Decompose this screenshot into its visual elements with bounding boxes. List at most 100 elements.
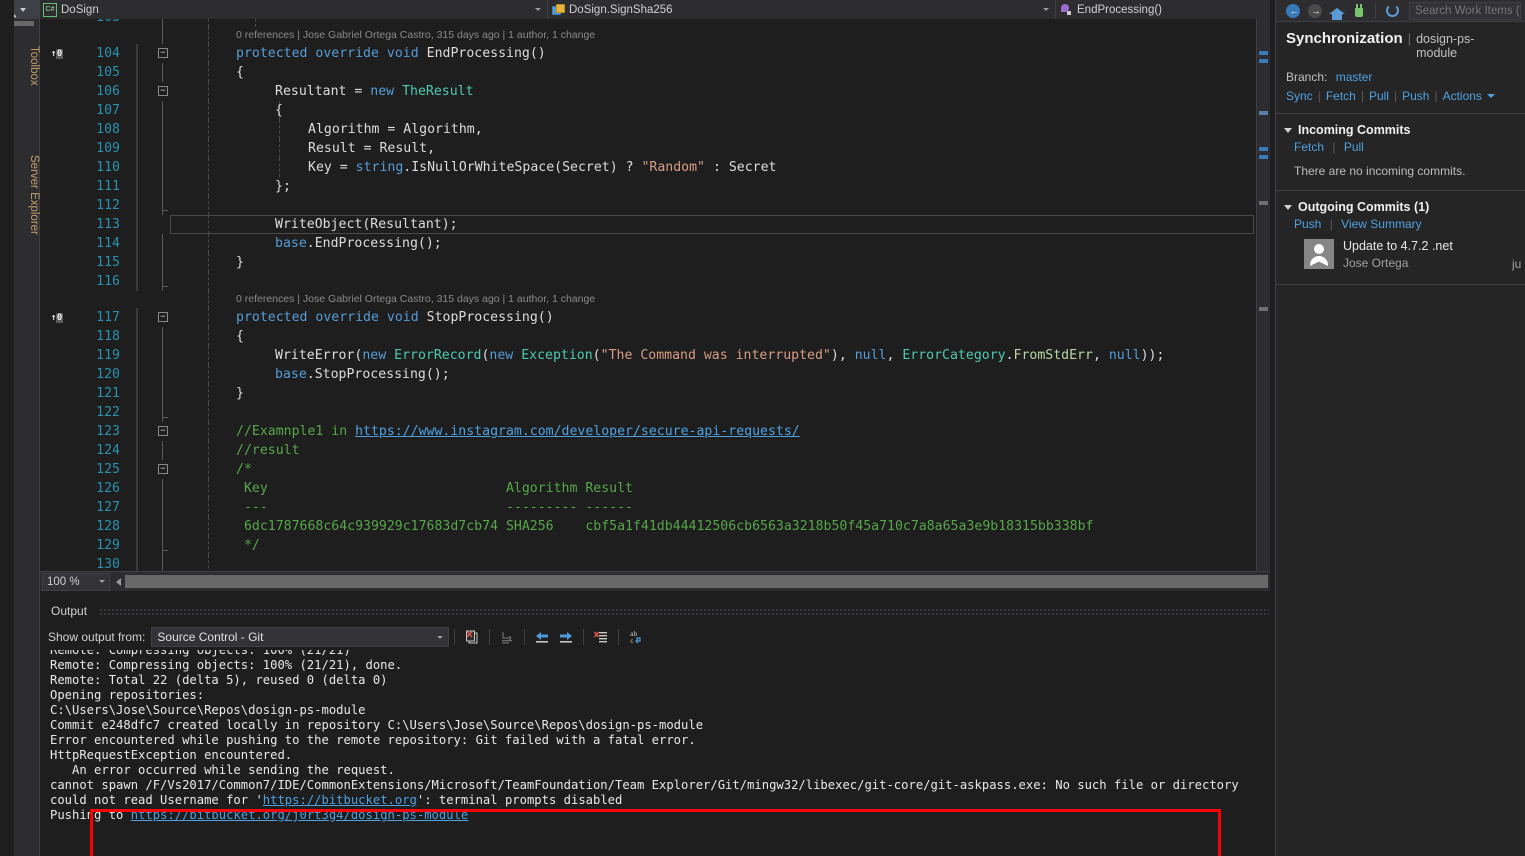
pull-link[interactable]: Pull bbox=[1369, 89, 1389, 103]
chevron-down-icon[interactable] bbox=[1284, 204, 1292, 210]
code-line[interactable]: 130 bbox=[40, 555, 1256, 571]
branch-label: Branch: bbox=[1286, 70, 1328, 84]
code-line[interactable]: 110 Key = string.IsNullOrWhiteSpace(Secr… bbox=[40, 158, 1256, 177]
code-line[interactable]: 107 { bbox=[40, 101, 1256, 120]
bitbucket-org-link[interactable]: https://bitbucket.org bbox=[263, 793, 417, 807]
chevron-down-icon[interactable] bbox=[437, 635, 444, 639]
refresh-icon[interactable] bbox=[1381, 2, 1403, 20]
code-line[interactable]: ↑0 104 − protected override void EndProc… bbox=[40, 44, 1256, 63]
scrollbar-thumb[interactable] bbox=[125, 575, 1268, 588]
code-line[interactable]: 106 − Resultant = new TheResult bbox=[40, 82, 1256, 101]
chevron-down-icon[interactable] bbox=[99, 580, 105, 583]
toggle-word-wrap-icon[interactable] bbox=[496, 626, 518, 648]
code-line[interactable]: 123 − //Examnple1 in https://www.instagr… bbox=[40, 422, 1256, 441]
scroll-left-arrow-icon[interactable] bbox=[116, 577, 121, 586]
codelens-marker[interactable]: ↑0 bbox=[51, 48, 73, 59]
fold-toggle-icon[interactable]: − bbox=[158, 86, 168, 96]
clear-all-icon[interactable] bbox=[461, 626, 483, 648]
code-text-area[interactable]: 103 0 references | Jose Gabriel Ortega C… bbox=[40, 19, 1256, 571]
code-line-124: //result bbox=[236, 443, 300, 458]
navbar-member-dropdown[interactable]: EndProcessing() bbox=[1056, 0, 1270, 19]
line-number: 104 bbox=[96, 46, 120, 61]
code-line[interactable]: 112 bbox=[40, 196, 1256, 215]
push-link[interactable]: Push bbox=[1402, 89, 1429, 103]
code-line[interactable]: ↑0 117 − protected override void StopPro… bbox=[40, 308, 1256, 327]
horizontal-scrollbar[interactable] bbox=[125, 575, 1268, 588]
code-line[interactable]: 125 − /* bbox=[40, 460, 1256, 479]
actions-menu-link[interactable]: Actions bbox=[1443, 89, 1482, 103]
codelens-row[interactable]: 0 references | Jose Gabriel Ortega Castr… bbox=[40, 291, 1256, 308]
page-title: Synchronization bbox=[1286, 30, 1403, 47]
code-line[interactable]: 116 bbox=[40, 272, 1256, 291]
list-item[interactable]: Update to 4.7.2 .net Jose Ortega ju bbox=[1276, 233, 1525, 278]
sync-link[interactable]: Sync bbox=[1286, 89, 1313, 103]
go-to-next-message-icon[interactable] bbox=[555, 626, 577, 648]
branch-name[interactable]: master bbox=[1336, 70, 1373, 84]
code-line[interactable]: 109 Result = Result, bbox=[40, 139, 1256, 158]
code-line-current[interactable]: 113 WriteObject(Resultant); bbox=[40, 215, 1256, 234]
code-line[interactable]: 115 } bbox=[40, 253, 1256, 272]
output-text-area[interactable]: Remote: Compressing objects: 100% (21/21… bbox=[40, 650, 1275, 856]
method-icon bbox=[1059, 3, 1073, 17]
chevron-down-icon[interactable] bbox=[20, 7, 26, 12]
toggle-wrap-text-icon[interactable]: ab c bbox=[625, 626, 647, 648]
search-work-items-input[interactable]: Search Work Items (Ct bbox=[1409, 1, 1521, 20]
code-line-126: Key Algorithm Result bbox=[236, 481, 633, 496]
plug-connect-icon[interactable] bbox=[1348, 2, 1370, 20]
navbar-project-dropdown[interactable]: C# DoSign bbox=[40, 0, 548, 19]
chevron-down-icon[interactable] bbox=[1486, 94, 1495, 98]
home-icon[interactable] bbox=[1326, 2, 1348, 20]
output-pane: Output Show output from: Source Control … bbox=[40, 600, 1275, 856]
navbar-type-dropdown[interactable]: DoSign.SignSha256 bbox=[548, 0, 1056, 19]
codelens-row[interactable]: 0 references | Jose Gabriel Ortega Castr… bbox=[40, 27, 1256, 44]
codelens-marker[interactable]: ↑0 bbox=[51, 312, 73, 323]
codelens-text[interactable]: 0 references | Jose Gabriel Ortega Castr… bbox=[236, 27, 595, 44]
code-line-104: protected override void EndProcessing() bbox=[236, 46, 546, 61]
code-line[interactable]: 122 bbox=[40, 403, 1256, 422]
incoming-pull-link[interactable]: Pull bbox=[1344, 140, 1364, 154]
code-line[interactable]: 118 { bbox=[40, 327, 1256, 346]
output-source-dropdown[interactable]: Source Control - Git bbox=[151, 627, 450, 647]
editor-scrollbar-markers[interactable] bbox=[1256, 19, 1270, 571]
incoming-fetch-link[interactable]: Fetch bbox=[1294, 140, 1324, 154]
view-summary-link[interactable]: View Summary bbox=[1341, 217, 1421, 231]
forward-arrow-icon[interactable]: → bbox=[1304, 2, 1326, 20]
code-line[interactable]: 121 } bbox=[40, 384, 1256, 403]
code-line[interactable]: 120 base.StopProcessing(); bbox=[40, 365, 1256, 384]
zoom-level-dropdown[interactable]: 100 % bbox=[42, 572, 110, 591]
drag-grip[interactable] bbox=[99, 607, 1269, 615]
code-line[interactable]: 129 */ bbox=[40, 536, 1256, 555]
code-line[interactable]: 119 WriteError(new ErrorRecord(new Excep… bbox=[40, 346, 1256, 365]
code-line[interactable]: 103 bbox=[40, 19, 1256, 27]
code-line-129: */ bbox=[236, 538, 260, 553]
code-line[interactable]: 126 Key Algorithm Result bbox=[40, 479, 1256, 498]
code-line[interactable]: 111 }; bbox=[40, 177, 1256, 196]
fold-toggle-icon[interactable]: − bbox=[158, 312, 168, 322]
line-number: 106 bbox=[96, 84, 120, 99]
outgoing-push-link[interactable]: Push bbox=[1294, 217, 1321, 231]
back-arrow-icon[interactable]: ← bbox=[1282, 2, 1304, 20]
chevron-down-icon[interactable] bbox=[1043, 8, 1049, 11]
commit-author: Jose Ortega bbox=[1343, 256, 1409, 270]
incoming-commits-header[interactable]: Incoming Commits bbox=[1276, 116, 1525, 139]
chevron-down-icon[interactable] bbox=[1284, 127, 1292, 133]
outgoing-commits-header[interactable]: Outgoing Commits (1) bbox=[1276, 193, 1525, 216]
code-line[interactable]: 124 //result bbox=[40, 441, 1256, 460]
code-line[interactable]: 105 { bbox=[40, 63, 1256, 82]
fold-toggle-icon[interactable]: − bbox=[158, 464, 168, 474]
code-editor[interactable]: 103 0 references | Jose Gabriel Ortega C… bbox=[40, 19, 1270, 571]
code-line[interactable]: 108 Algorithm = Algorithm, bbox=[40, 120, 1256, 139]
fold-toggle-icon[interactable]: − bbox=[158, 48, 168, 58]
clear-messages-icon[interactable] bbox=[590, 626, 612, 648]
code-line[interactable]: 128 6dc1787668c64c939929c17683d7cb74 SHA… bbox=[40, 517, 1256, 536]
toolbar-divider bbox=[1375, 2, 1376, 19]
fold-toggle-icon[interactable]: − bbox=[158, 426, 168, 436]
instagram-doc-link[interactable]: https://www.instagram.com/developer/secu… bbox=[355, 424, 800, 439]
bitbucket-repo-link[interactable]: https://bitbucket.org/j0rt3g4/dosign-ps-… bbox=[131, 808, 469, 822]
chevron-down-icon[interactable] bbox=[535, 8, 541, 11]
code-line[interactable]: 114 base.EndProcessing(); bbox=[40, 234, 1256, 253]
fetch-link[interactable]: Fetch bbox=[1326, 89, 1356, 103]
code-line[interactable]: 127 --- --------- ------ bbox=[40, 498, 1256, 517]
go-to-previous-message-icon[interactable] bbox=[531, 626, 553, 648]
codelens-text[interactable]: 0 references | Jose Gabriel Ortega Castr… bbox=[236, 291, 595, 308]
